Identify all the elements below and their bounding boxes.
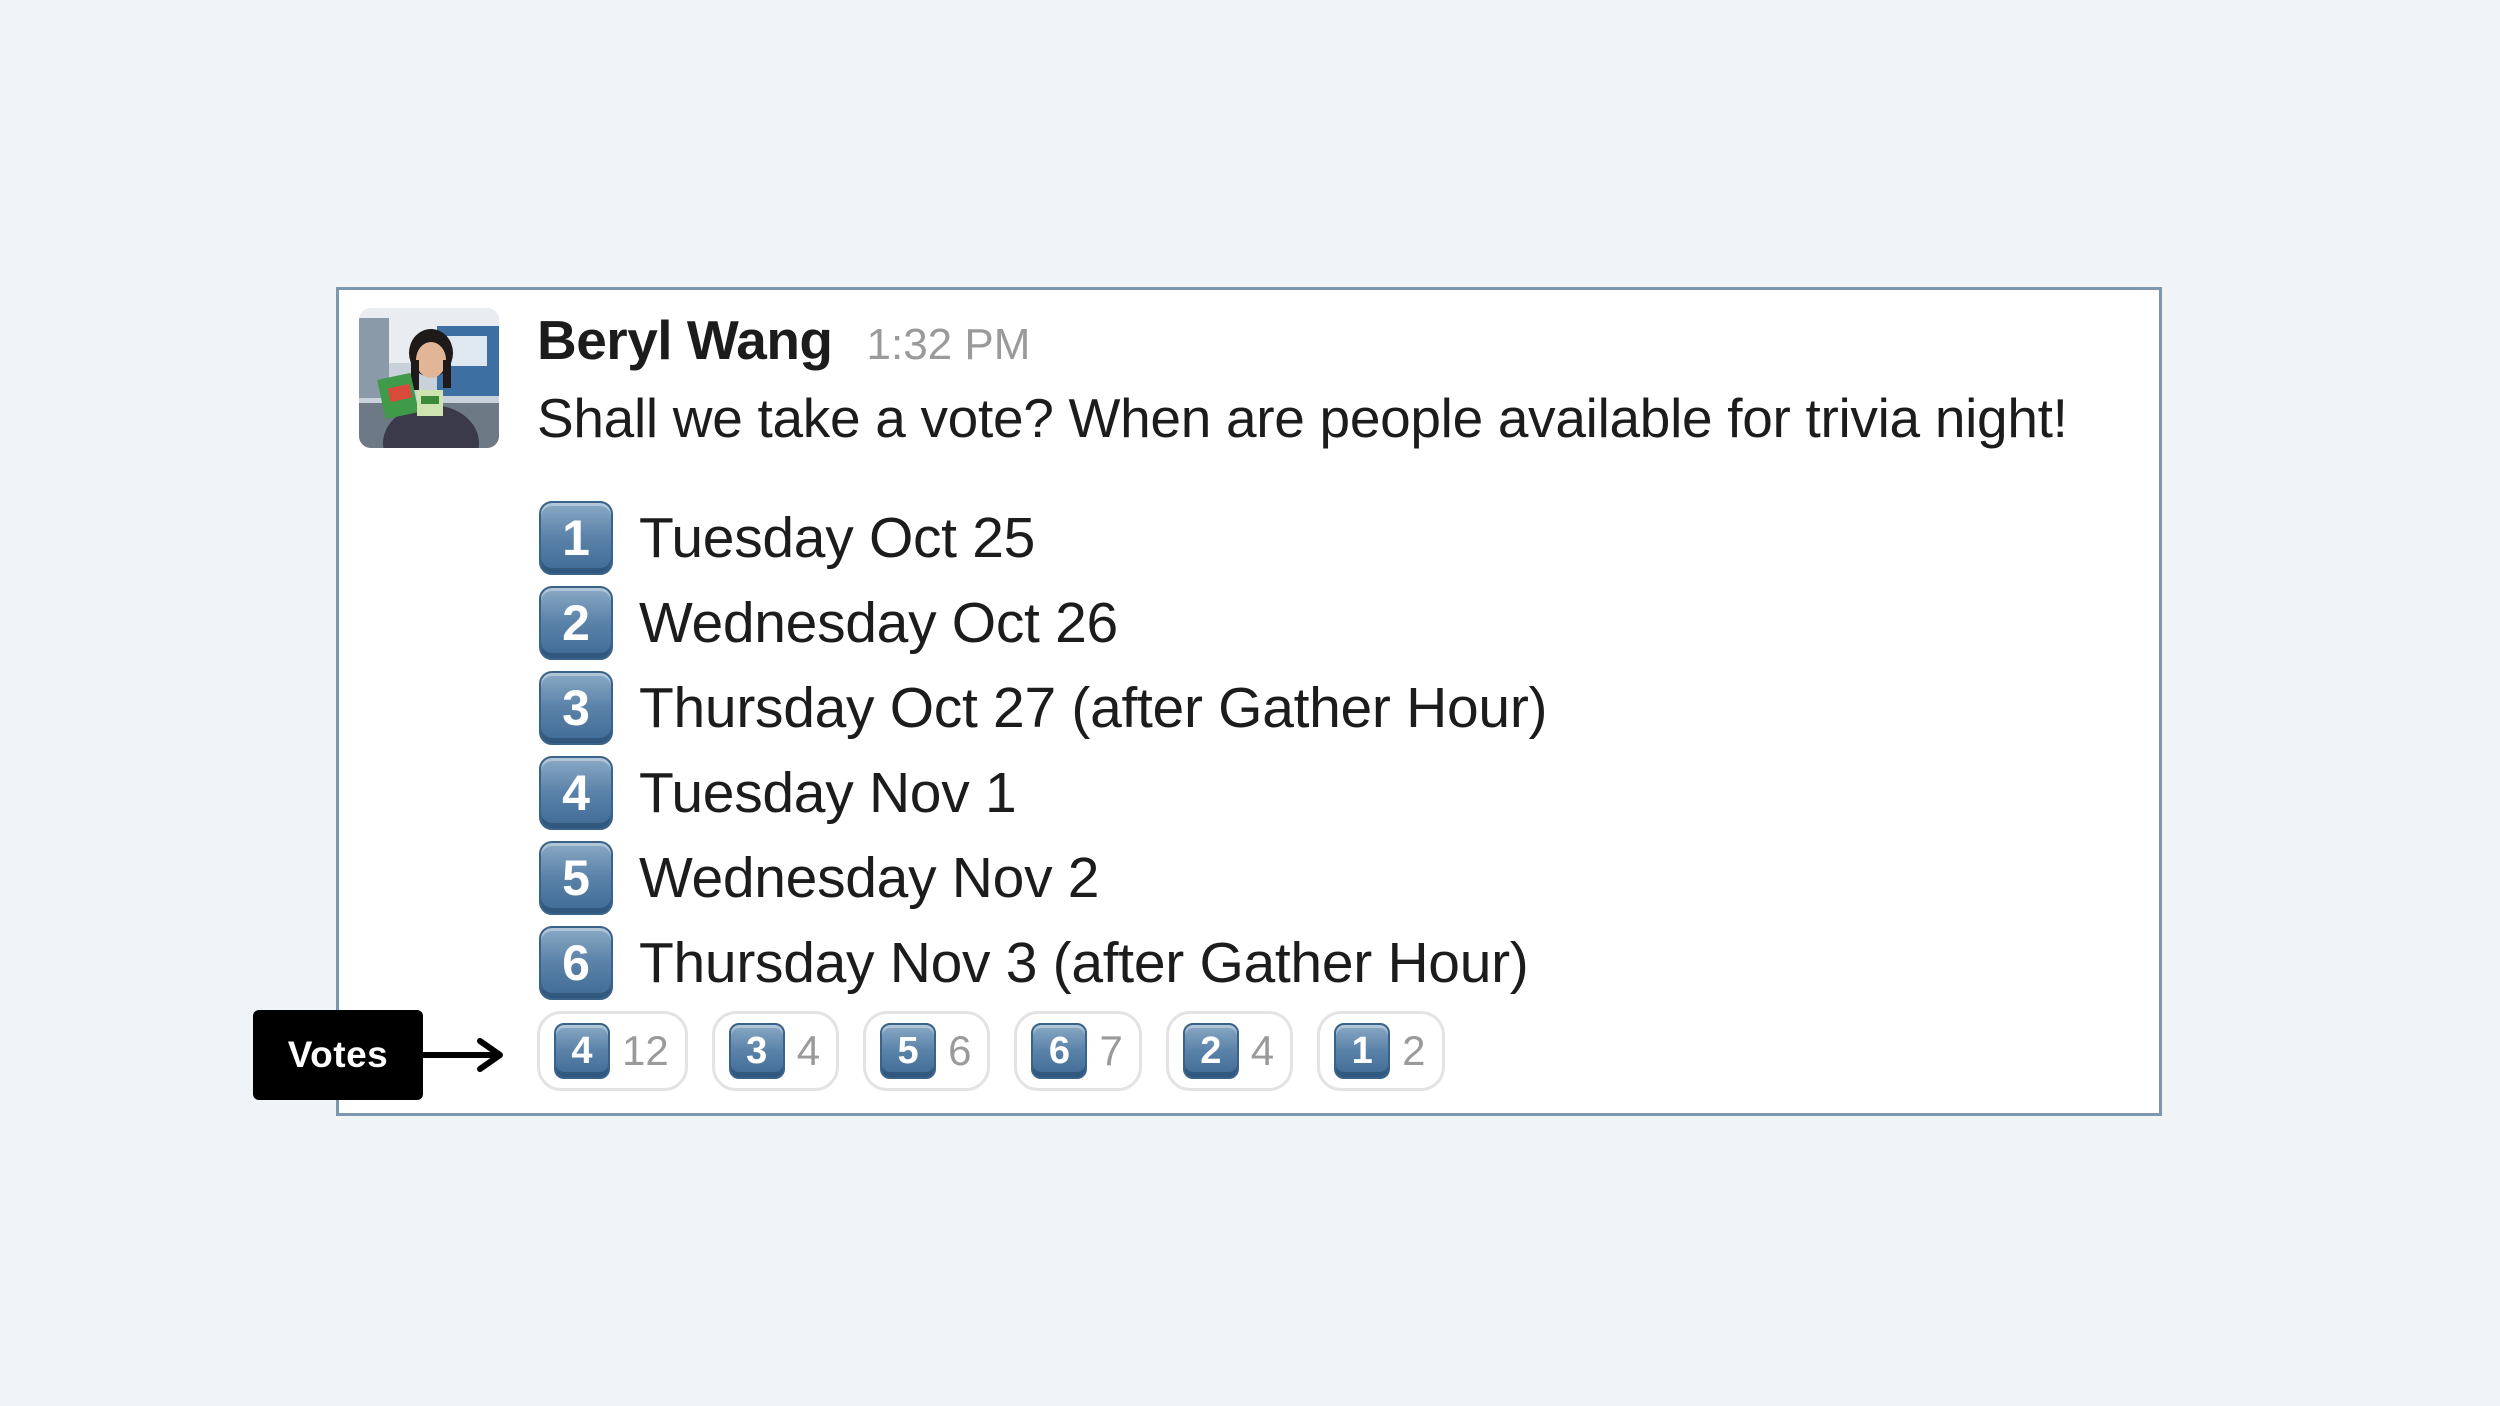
vote-option-label: Tuesday Oct 25 <box>639 505 1036 570</box>
right-arrow-icon <box>422 1038 503 1072</box>
reactions-row: 4 12 3 4 5 6 6 7 2 4 1 2 <box>537 1011 1445 1091</box>
reaction-count: 4 <box>796 1027 821 1074</box>
vote-options-list: 1 Tuesday Oct 25 2 Wednesday Oct 26 3 Th… <box>539 495 1547 1005</box>
keycap-four-icon: 4 <box>539 755 613 830</box>
vote-option-5: 5 Wednesday Nov 2 <box>539 835 1547 920</box>
vote-option-6: 6 Thursday Nov 3 (after Gather Hour) <box>539 920 1547 1005</box>
keycap-six-icon: 6 <box>539 925 613 1000</box>
vote-option-label: Thursday Nov 3 (after Gather Hour) <box>639 930 1529 995</box>
keycap-one-icon: 1 <box>1334 1023 1391 1079</box>
message-header: Beryl Wang 1:32 PM <box>537 308 1030 388</box>
reaction-pill-one[interactable]: 1 2 <box>1317 1011 1445 1091</box>
vote-option-3: 3 Thursday Oct 27 (after Gather Hour) <box>539 665 1547 750</box>
avatar[interactable] <box>359 308 499 448</box>
reaction-count: 12 <box>622 1027 669 1074</box>
keycap-five-icon: 5 <box>880 1023 937 1079</box>
keycap-three-icon: 3 <box>539 670 613 745</box>
votes-annotation-label: Votes <box>253 1010 423 1100</box>
reaction-pill-four[interactable]: 4 12 <box>537 1011 688 1091</box>
message-text: Shall we take a vote? When are people av… <box>537 387 2068 449</box>
keycap-two-icon: 2 <box>1182 1023 1239 1079</box>
keycap-one-icon: 1 <box>539 500 613 575</box>
reaction-pill-five[interactable]: 5 6 <box>863 1011 991 1091</box>
vote-option-label: Wednesday Nov 2 <box>639 845 1100 910</box>
vote-option-label: Thursday Oct 27 (after Gather Hour) <box>639 675 1548 740</box>
reaction-count: 7 <box>1099 1027 1123 1074</box>
vote-option-label: Tuesday Nov 1 <box>639 760 1017 825</box>
keycap-five-icon: 5 <box>539 840 613 915</box>
message-card: Beryl Wang 1:32 PM Shall we take a vote?… <box>336 287 2162 1116</box>
vote-option-2: 2 Wednesday Oct 26 <box>539 580 1547 665</box>
keycap-four-icon: 4 <box>554 1023 610 1079</box>
reaction-pill-three[interactable]: 3 4 <box>711 1011 840 1091</box>
reaction-pill-six[interactable]: 6 7 <box>1014 1011 1142 1091</box>
reaction-count: 6 <box>948 1027 972 1074</box>
avatar-photo <box>359 308 499 448</box>
reaction-count: 4 <box>1250 1027 1275 1074</box>
author-name[interactable]: Beryl Wang <box>537 308 833 372</box>
keycap-two-icon: 2 <box>539 585 613 660</box>
keycap-six-icon: 6 <box>1031 1023 1088 1079</box>
vote-option-label: Wednesday Oct 26 <box>639 590 1118 655</box>
vote-option-4: 4 Tuesday Nov 1 <box>539 750 1547 835</box>
keycap-three-icon: 3 <box>728 1023 785 1079</box>
reaction-count: 2 <box>1402 1027 1426 1074</box>
message-timestamp[interactable]: 1:32 PM <box>867 320 1031 370</box>
vote-option-1: 1 Tuesday Oct 25 <box>539 495 1547 580</box>
reaction-pill-two[interactable]: 2 4 <box>1165 1011 1294 1091</box>
